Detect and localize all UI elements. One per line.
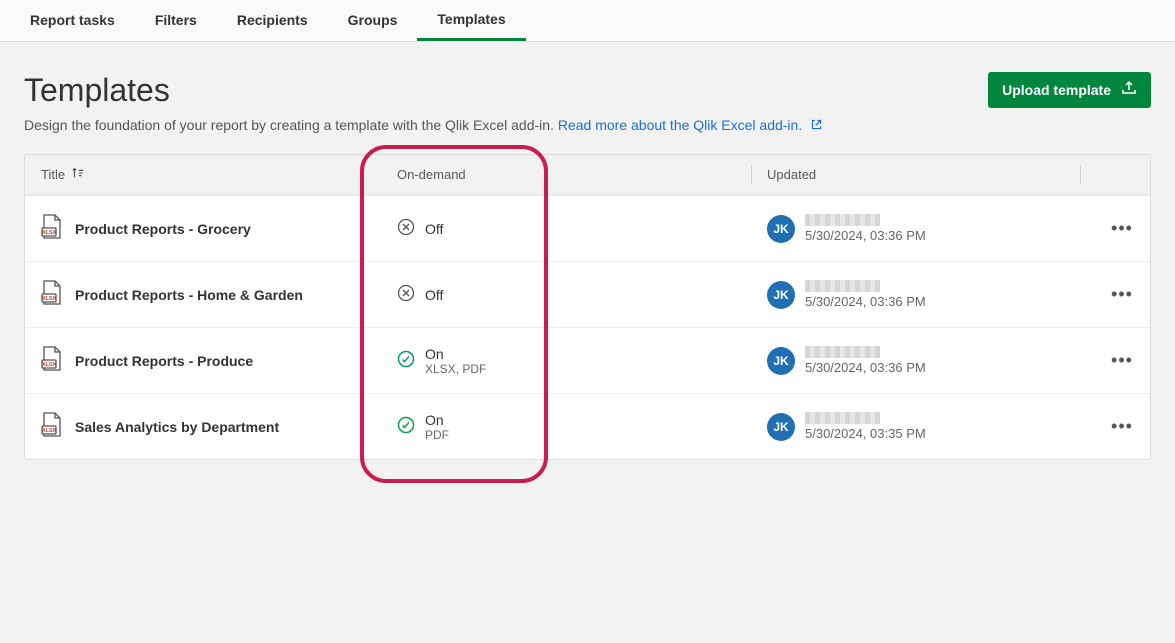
svg-text:XLSX: XLSX (42, 230, 57, 236)
tab-filters[interactable]: Filters (135, 0, 217, 41)
table-row[interactable]: XLSX Product Reports - Grocery Off JK 5/… (25, 195, 1150, 261)
row-actions-button[interactable]: ••• (1108, 347, 1136, 375)
timestamp: 5/30/2024, 03:36 PM (805, 360, 926, 375)
table-row[interactable]: XLSX Product Reports - Produce On XLSX, … (25, 327, 1150, 393)
tab-templates[interactable]: Templates (417, 0, 525, 41)
timestamp: 5/30/2024, 03:36 PM (805, 228, 926, 243)
table-row[interactable]: XLSX Product Reports - Home & Garden Off… (25, 261, 1150, 327)
learn-more-link[interactable]: Read more about the Qlik Excel add-in. (558, 117, 823, 133)
tab-report-tasks[interactable]: Report tasks (10, 0, 135, 41)
upload-template-label: Upload template (1002, 82, 1111, 98)
more-horizontal-icon: ••• (1111, 284, 1133, 305)
upload-icon (1121, 80, 1137, 99)
row-actions-button[interactable]: ••• (1108, 215, 1136, 243)
avatar: JK (767, 281, 795, 309)
table-header-row: Title On-demand Updated (25, 155, 1150, 195)
svg-text:XLSX: XLSX (42, 296, 57, 302)
more-horizontal-icon: ••• (1111, 218, 1133, 239)
col-title[interactable]: Title (25, 155, 381, 194)
user-name-redacted (805, 214, 880, 226)
upload-template-button[interactable]: Upload template (988, 72, 1151, 108)
on-status-icon (397, 416, 415, 437)
sort-icon (71, 166, 85, 183)
more-horizontal-icon: ••• (1111, 416, 1133, 437)
off-status-icon (397, 284, 415, 305)
page-title: Templates (24, 72, 170, 109)
avatar: JK (767, 215, 795, 243)
table-row[interactable]: XLSX Sales Analytics by Department On PD… (25, 393, 1150, 459)
col-ondemand: On-demand (381, 155, 751, 194)
user-name-redacted (805, 346, 880, 358)
user-name-redacted (805, 280, 880, 292)
svg-text:XLSX: XLSX (42, 362, 57, 368)
user-name-redacted (805, 412, 880, 424)
xlsx-file-icon: XLSX (41, 346, 63, 375)
template-title: Product Reports - Grocery (75, 221, 251, 237)
template-title: Product Reports - Produce (75, 353, 253, 369)
templates-table: Title On-demand Updated (24, 154, 1151, 460)
row-actions-button[interactable]: ••• (1108, 413, 1136, 441)
col-actions (1080, 155, 1150, 194)
timestamp: 5/30/2024, 03:36 PM (805, 294, 926, 309)
external-link-icon (810, 118, 823, 134)
row-actions-button[interactable]: ••• (1108, 281, 1136, 309)
template-title: Product Reports - Home & Garden (75, 287, 303, 303)
tab-groups[interactable]: Groups (328, 0, 418, 41)
more-horizontal-icon: ••• (1111, 350, 1133, 371)
col-updated: Updated (751, 155, 1080, 194)
xlsx-file-icon: XLSX (41, 412, 63, 441)
svg-text:XLSX: XLSX (42, 428, 57, 434)
template-title: Sales Analytics by Department (75, 419, 279, 435)
avatar: JK (767, 413, 795, 441)
tabs-bar: Report tasks Filters Recipients Groups T… (0, 0, 1175, 42)
off-status-icon (397, 218, 415, 239)
on-status-icon (397, 350, 415, 371)
avatar: JK (767, 347, 795, 375)
tab-recipients[interactable]: Recipients (217, 0, 328, 41)
page-subtext: Design the foundation of your report by … (24, 117, 1151, 134)
content-area: Templates Upload template Design the fou… (0, 42, 1175, 460)
timestamp: 5/30/2024, 03:35 PM (805, 426, 926, 441)
xlsx-file-icon: XLSX (41, 214, 63, 243)
xlsx-file-icon: XLSX (41, 280, 63, 309)
